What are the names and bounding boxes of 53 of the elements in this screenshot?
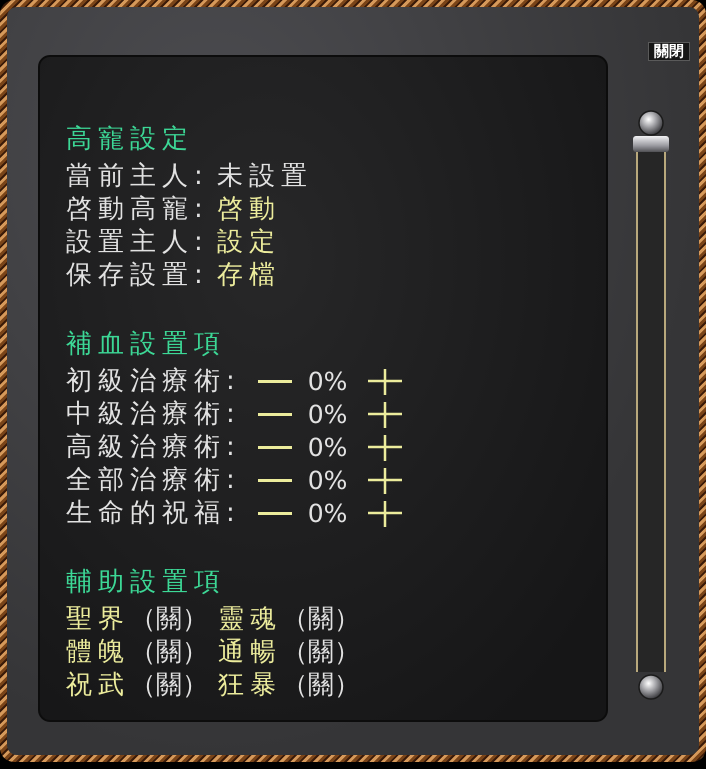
plus-icon — [368, 434, 402, 460]
buff-status: （關） — [130, 636, 208, 669]
close-button[interactable]: 關閉 — [648, 42, 690, 61]
setting-label: 當前主人: — [66, 160, 209, 193]
increase-button[interactable] — [368, 368, 402, 394]
increase-button[interactable] — [368, 402, 402, 428]
buff-toggle[interactable]: 聖界 — [66, 603, 130, 636]
increase-button[interactable] — [368, 434, 402, 460]
setting-label: 全部治療術: — [66, 464, 241, 497]
buff-toggle[interactable]: 狂暴 — [218, 669, 282, 702]
action-link[interactable]: 啓動 — [216, 193, 281, 226]
scrollbar-track[interactable] — [636, 152, 666, 672]
setting-value: 未設置 — [216, 160, 313, 193]
buff-toggle[interactable]: 通暢 — [218, 636, 282, 669]
setting-label: 生命的祝福: — [66, 497, 241, 530]
buff-toggle[interactable]: 祝武 — [66, 669, 130, 702]
buff-status: （關） — [282, 636, 360, 669]
action-link[interactable]: 設定 — [216, 226, 281, 259]
percent-value: 0% — [308, 498, 348, 530]
setting-label: 設置主人: — [66, 226, 209, 259]
plus-icon — [368, 468, 402, 494]
plus-icon — [368, 500, 402, 526]
minus-icon — [258, 413, 292, 416]
plus-icon — [368, 402, 402, 428]
buff-toggle[interactable]: 靈魂 — [218, 603, 282, 636]
setting-label: 啓動高寵: — [66, 193, 209, 226]
scroll-thumb[interactable] — [633, 136, 669, 152]
minus-icon — [258, 380, 292, 383]
buff-status: （關） — [282, 603, 360, 636]
setting-label: 保存設置: — [66, 259, 209, 292]
minus-icon — [258, 479, 292, 482]
scroll-knob-icon[interactable] — [638, 110, 664, 136]
percent-value: 0% — [308, 399, 348, 431]
setting-label: 中級治療術: — [66, 398, 241, 431]
increase-button[interactable] — [368, 468, 402, 494]
increase-button[interactable] — [368, 500, 402, 526]
buff-status: （關） — [130, 669, 208, 702]
minus-icon — [258, 512, 292, 515]
percent-value: 0% — [308, 366, 348, 398]
setting-label: 初級治療術: — [66, 365, 241, 398]
section-heading: 輔助設置項 — [66, 566, 226, 599]
plus-icon — [368, 368, 402, 394]
setting-label: 高級治療術: — [66, 431, 241, 464]
buff-status: （關） — [130, 603, 208, 636]
scroll-knob-icon[interactable] — [638, 674, 664, 700]
section-heading: 補血設置項 — [66, 328, 226, 361]
percent-value: 0% — [308, 432, 348, 464]
buff-toggle[interactable]: 體魄 — [66, 636, 130, 669]
buff-status: （關） — [282, 669, 360, 702]
minus-icon — [258, 446, 292, 449]
percent-value: 0% — [308, 465, 348, 497]
action-link[interactable]: 存檔 — [216, 259, 281, 292]
section-heading: 高寵設定 — [66, 123, 194, 156]
